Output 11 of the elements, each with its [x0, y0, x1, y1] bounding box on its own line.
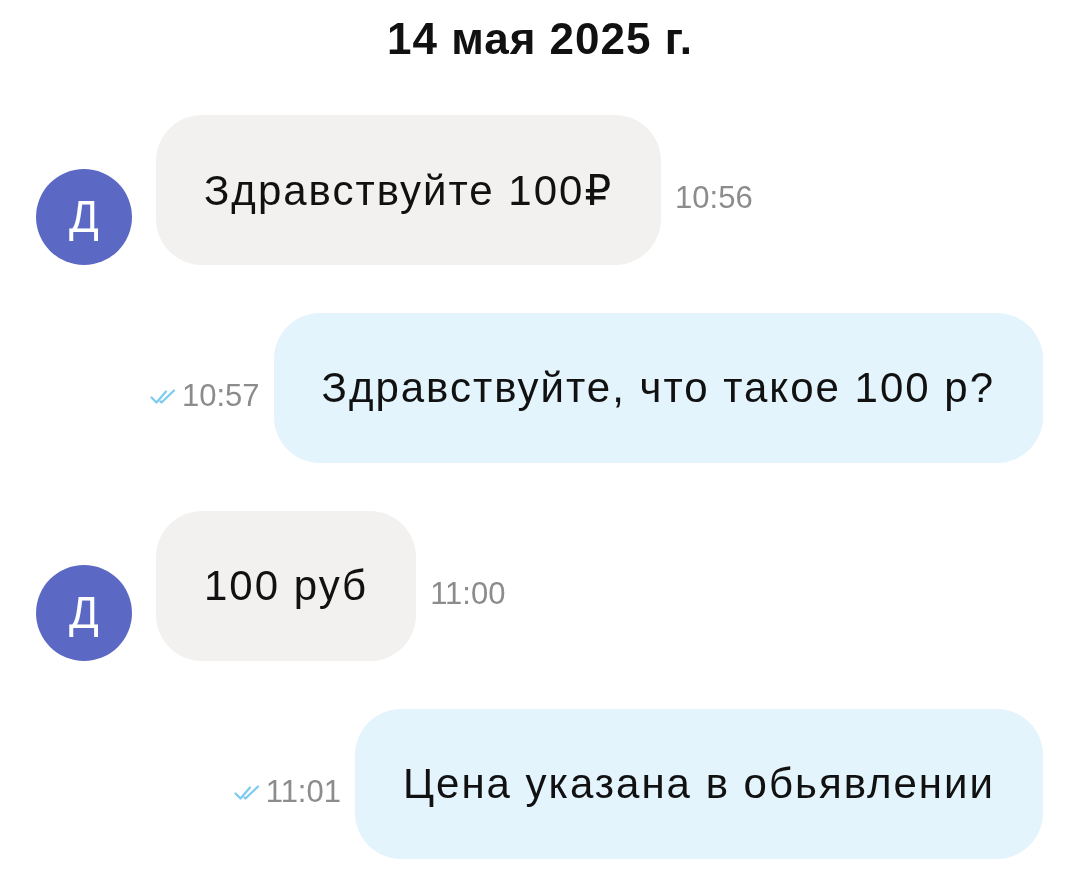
- avatar: Д: [36, 169, 132, 265]
- message-bubble: Здравствуйте 100₽: [156, 115, 662, 265]
- message-time: 11:00: [430, 576, 506, 612]
- avatar: Д: [36, 565, 132, 661]
- message-bubble: 100 руб: [156, 511, 417, 661]
- message-time: 10:56: [675, 180, 753, 216]
- message-time: 11:01: [265, 774, 341, 810]
- date-header: 14 мая 2025 г.: [387, 14, 693, 64]
- message-bubble: Цена указана в обьявлении: [354, 709, 1043, 859]
- message-bubble: Здравствуйте, что такое 100 р?: [273, 313, 1043, 463]
- message-time: 10:57: [181, 378, 260, 414]
